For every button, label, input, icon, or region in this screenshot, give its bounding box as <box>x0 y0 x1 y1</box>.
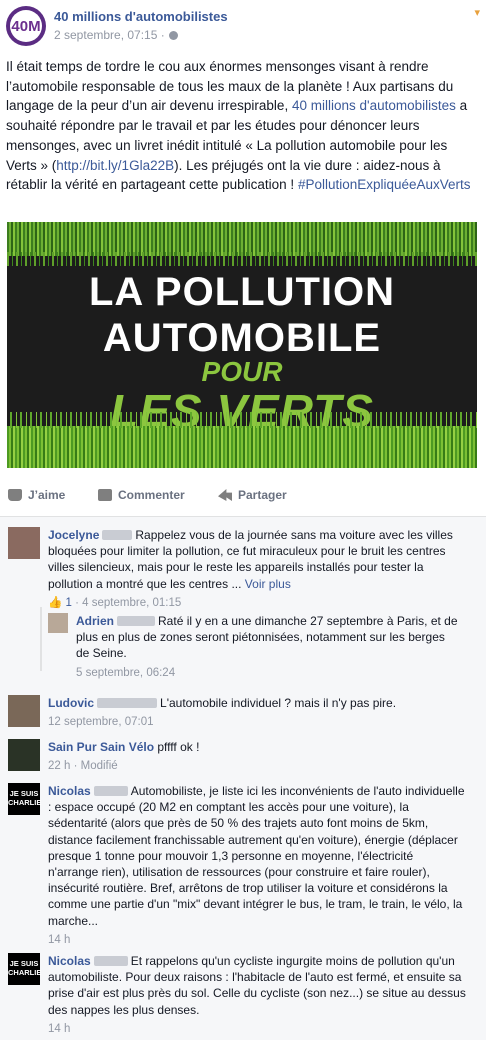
comment-author[interactable]: Nicolas <box>48 954 91 968</box>
avatar[interactable]: JE SUIS CHARLIE <box>8 783 41 815</box>
redacted-surname <box>97 698 158 708</box>
comment-button[interactable]: Commenter <box>98 488 185 502</box>
redacted-surname <box>93 786 128 796</box>
comment-like-count[interactable]: 1 <box>66 597 72 609</box>
hashtag-link[interactable]: #PollutionExpliquéeAuxVerts <box>298 177 471 192</box>
comment-body: Adrien Raté il y en a une dimanche 27 sep… <box>76 613 460 681</box>
share-label: Partager <box>238 488 287 502</box>
image-title-line1: LA POLLUTION <box>88 270 396 314</box>
comment-icon <box>98 489 112 501</box>
avatar[interactable]: JE SUIS CHARLIE <box>8 953 41 985</box>
comment-author[interactable]: Ludovic <box>48 696 94 710</box>
comment-body: Sain Pur Sain Vélo pffff ok ! 22 h · Mod… <box>48 739 466 774</box>
comment-text: L'automobile individuel ? mais il n'y pa… <box>160 696 397 710</box>
page-name-link[interactable]: 40 millions d'automobilistes <box>54 9 228 24</box>
comment-text: Automobiliste, je liste ici les inconvén… <box>48 784 465 928</box>
comment-meta: 14 h <box>48 1021 466 1037</box>
comment-author[interactable]: Jocelyne <box>48 528 99 542</box>
thumbs-up-icon <box>8 489 22 501</box>
avatar[interactable] <box>8 527 40 559</box>
comment-meta: 👍 1 · 4 septembre, 01:15 <box>48 596 182 609</box>
page-avatar[interactable]: 40M <box>6 6 46 46</box>
redacted-surname <box>93 956 128 966</box>
globe-icon <box>168 31 178 40</box>
external-url-link[interactable]: http://bit.ly/1Gla22B <box>56 158 174 173</box>
image-title-line2: AUTOMOBILE <box>102 316 382 360</box>
grass-decoration-bottom <box>7 412 477 468</box>
comment-meta: 14 h <box>48 932 466 948</box>
grass-decoration-top <box>7 222 477 266</box>
comment-meta: 22 h · Modifié <box>48 760 118 773</box>
see-more-link[interactable]: Voir plus <box>245 577 291 591</box>
like-label: J’aime <box>28 488 66 502</box>
avatar[interactable] <box>8 739 40 771</box>
post-date[interactable]: 2 septembre, 07:15 <box>54 28 157 42</box>
comment-date[interactable]: 12 septembre, 07:01 <box>48 716 154 728</box>
comment-text: pffff ok ! <box>157 740 200 754</box>
post-header: 40M 40 millions d'automobilistes 2 septe… <box>6 6 480 46</box>
comment-label: Commenter <box>118 488 185 502</box>
share-button[interactable]: Partager <box>218 488 287 502</box>
avatar[interactable] <box>8 695 40 727</box>
comment-date[interactable]: 4 septembre, 01:15 <box>82 597 181 609</box>
share-icon <box>218 489 232 501</box>
page-avatar-logo: 40M <box>10 10 42 42</box>
action-bar: J’aime Commenter Partager <box>6 481 480 511</box>
comment-author[interactable]: Nicolas <box>48 784 91 798</box>
post-meta: 2 septembre, 07:15 · <box>54 28 178 42</box>
comment-body: Nicolas Et rappelons qu'un cycliste ingur… <box>48 953 466 1037</box>
comment-meta: 5 septembre, 06:24 <box>76 665 460 681</box>
comment-body: Jocelyne Rappelez vous de la journée sans… <box>48 527 466 611</box>
comment-author[interactable]: Sain Pur Sain Vélo <box>48 740 154 754</box>
comment-modified[interactable]: Modifié <box>81 760 118 772</box>
redacted-surname <box>102 530 133 540</box>
comment-body: Nicolas Automobiliste, je liste ici les i… <box>48 783 466 948</box>
thumbs-up-icon: 👍 <box>48 596 63 609</box>
comment-author[interactable]: Adrien <box>76 614 114 628</box>
comment-date[interactable]: 22 h <box>48 760 70 772</box>
page-mention-link[interactable]: 40 millions d'automobilistes <box>292 98 456 113</box>
redacted-surname <box>117 616 156 626</box>
chevron-down-icon[interactable]: ▾ <box>474 6 480 19</box>
comment-meta: 12 septembre, 07:01 <box>48 714 466 730</box>
post-text: Il était temps de tordre le cou aux énor… <box>6 57 480 195</box>
comment-body: Ludovic L'automobile individuel ? mais il… <box>48 695 466 730</box>
like-button[interactable]: J’aime <box>8 488 65 502</box>
comment-date[interactable]: 14 h <box>48 1023 70 1035</box>
reply-thread-line <box>40 607 42 671</box>
comment-date[interactable]: 14 h <box>48 934 70 946</box>
comment-date[interactable]: 5 septembre, 06:24 <box>76 667 175 679</box>
avatar[interactable] <box>48 613 68 633</box>
post-image[interactable]: LA POLLUTION AUTOMOBILE POUR LES VERTS <box>7 222 477 468</box>
comments-section: Jocelyne Rappelez vous de la journée sans… <box>0 516 486 1040</box>
